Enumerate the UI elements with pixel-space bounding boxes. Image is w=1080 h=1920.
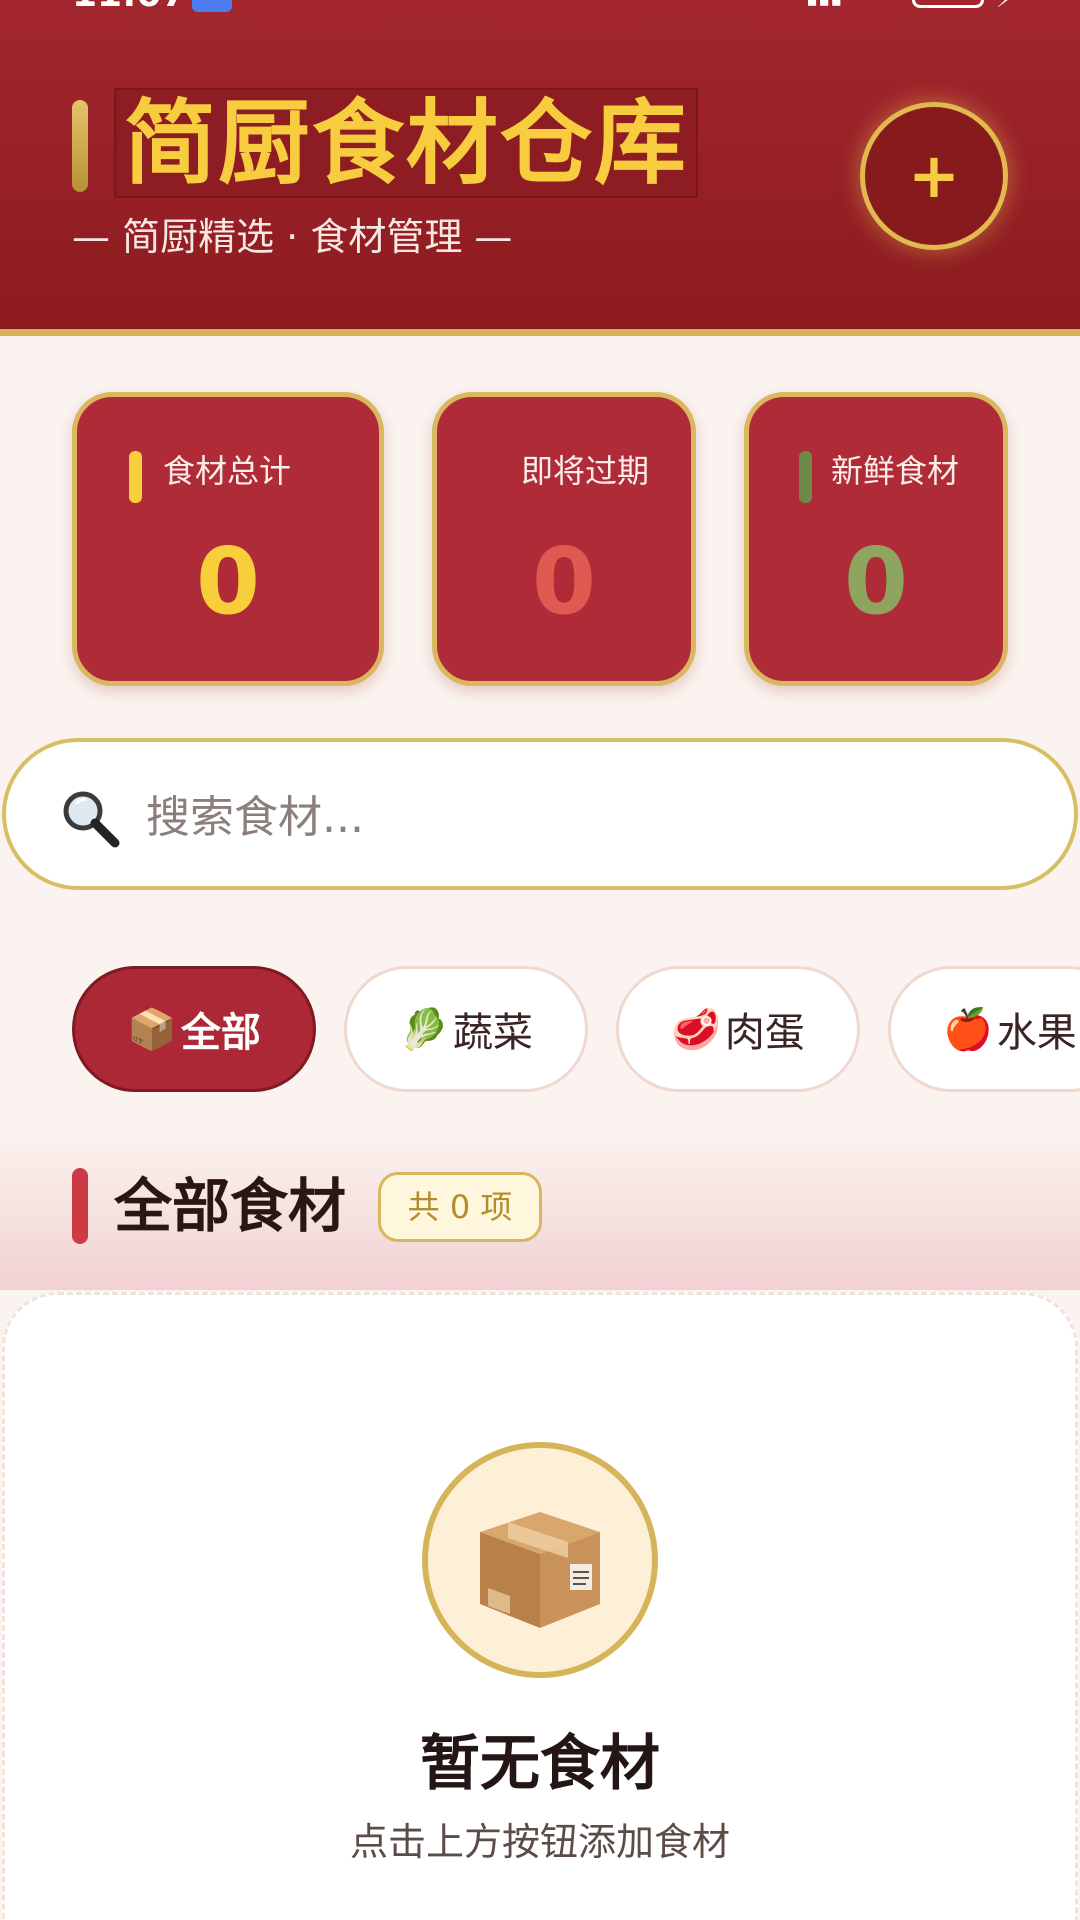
package-box-icon (480, 1512, 600, 1628)
page-subtitle: — 简厨精选 · 食材管理 — (72, 215, 513, 259)
stat-value-fresh: 0 (843, 528, 908, 635)
battery-icon (912, 0, 984, 8)
stat-value-expiring: 0 (531, 528, 596, 635)
empty-state-title: 暂无食材 (420, 1729, 660, 1799)
stat-indicator-bar (799, 451, 812, 503)
category-tab-all[interactable]: 📦 全部 (72, 966, 316, 1092)
section-accent-bar (72, 1168, 88, 1244)
stat-card-total: 食材总计 0 (72, 392, 384, 686)
add-ingredient-button[interactable]: + (860, 102, 1008, 250)
category-tab-label: 蔬菜 (452, 1010, 533, 1056)
stat-label-fresh: 新鲜食材 (831, 452, 960, 490)
package-icon: 📦 (127, 1006, 177, 1053)
stat-label-expiring: 即将过期 (521, 452, 650, 490)
category-tab-label: 肉蛋 (724, 1010, 805, 1056)
stat-card-fresh: 新鲜食材 0 (744, 392, 1008, 686)
stat-value-total: 0 (195, 528, 260, 635)
empty-state-icon-circle (422, 1442, 658, 1678)
stat-label-total: 食材总计 (163, 452, 292, 490)
lettuce-icon: 🥬 (399, 1006, 449, 1053)
category-tab-meat-eggs[interactable]: 🥩 肉蛋 (616, 966, 860, 1092)
item-count-badge: 共 0 项 (378, 1172, 542, 1242)
app-header: 11:07 ▮▮▮ ⚡ 简厨食材仓库 — 简厨精选 · 食材管理 — + (0, 0, 1080, 336)
apple-icon: 🍎 (943, 1006, 993, 1053)
empty-state-hint: 点击上方按钮添加食材 (349, 1820, 730, 1864)
title-accent-bar (72, 100, 88, 192)
stat-card-expiring: 即将过期 0 (432, 392, 696, 686)
page-title: 简厨食材仓库 (114, 88, 699, 198)
status-time: 11:07 (72, 0, 187, 14)
section-title: 全部食材 (114, 1172, 347, 1240)
stat-indicator-bar (129, 451, 142, 503)
charging-icon: ⚡ (996, 0, 1012, 13)
notification-app-icon (192, 0, 232, 12)
signal-icon: ▮▮▮ (806, 0, 896, 9)
search-icon (63, 791, 120, 848)
status-bar: 11:07 ▮▮▮ ⚡ (0, 0, 1080, 14)
category-tab-vegetables[interactable]: 🥬 蔬菜 (344, 966, 588, 1092)
category-tab-fruits[interactable]: 🍎 水果 (888, 966, 1080, 1092)
category-tab-label: 水果 (996, 1010, 1077, 1056)
steak-icon: 🥩 (671, 1006, 721, 1053)
search-bar[interactable] (2, 738, 1078, 890)
search-input[interactable] (146, 782, 1026, 852)
category-tab-label: 全部 (180, 1010, 261, 1056)
plus-icon: + (908, 139, 960, 212)
